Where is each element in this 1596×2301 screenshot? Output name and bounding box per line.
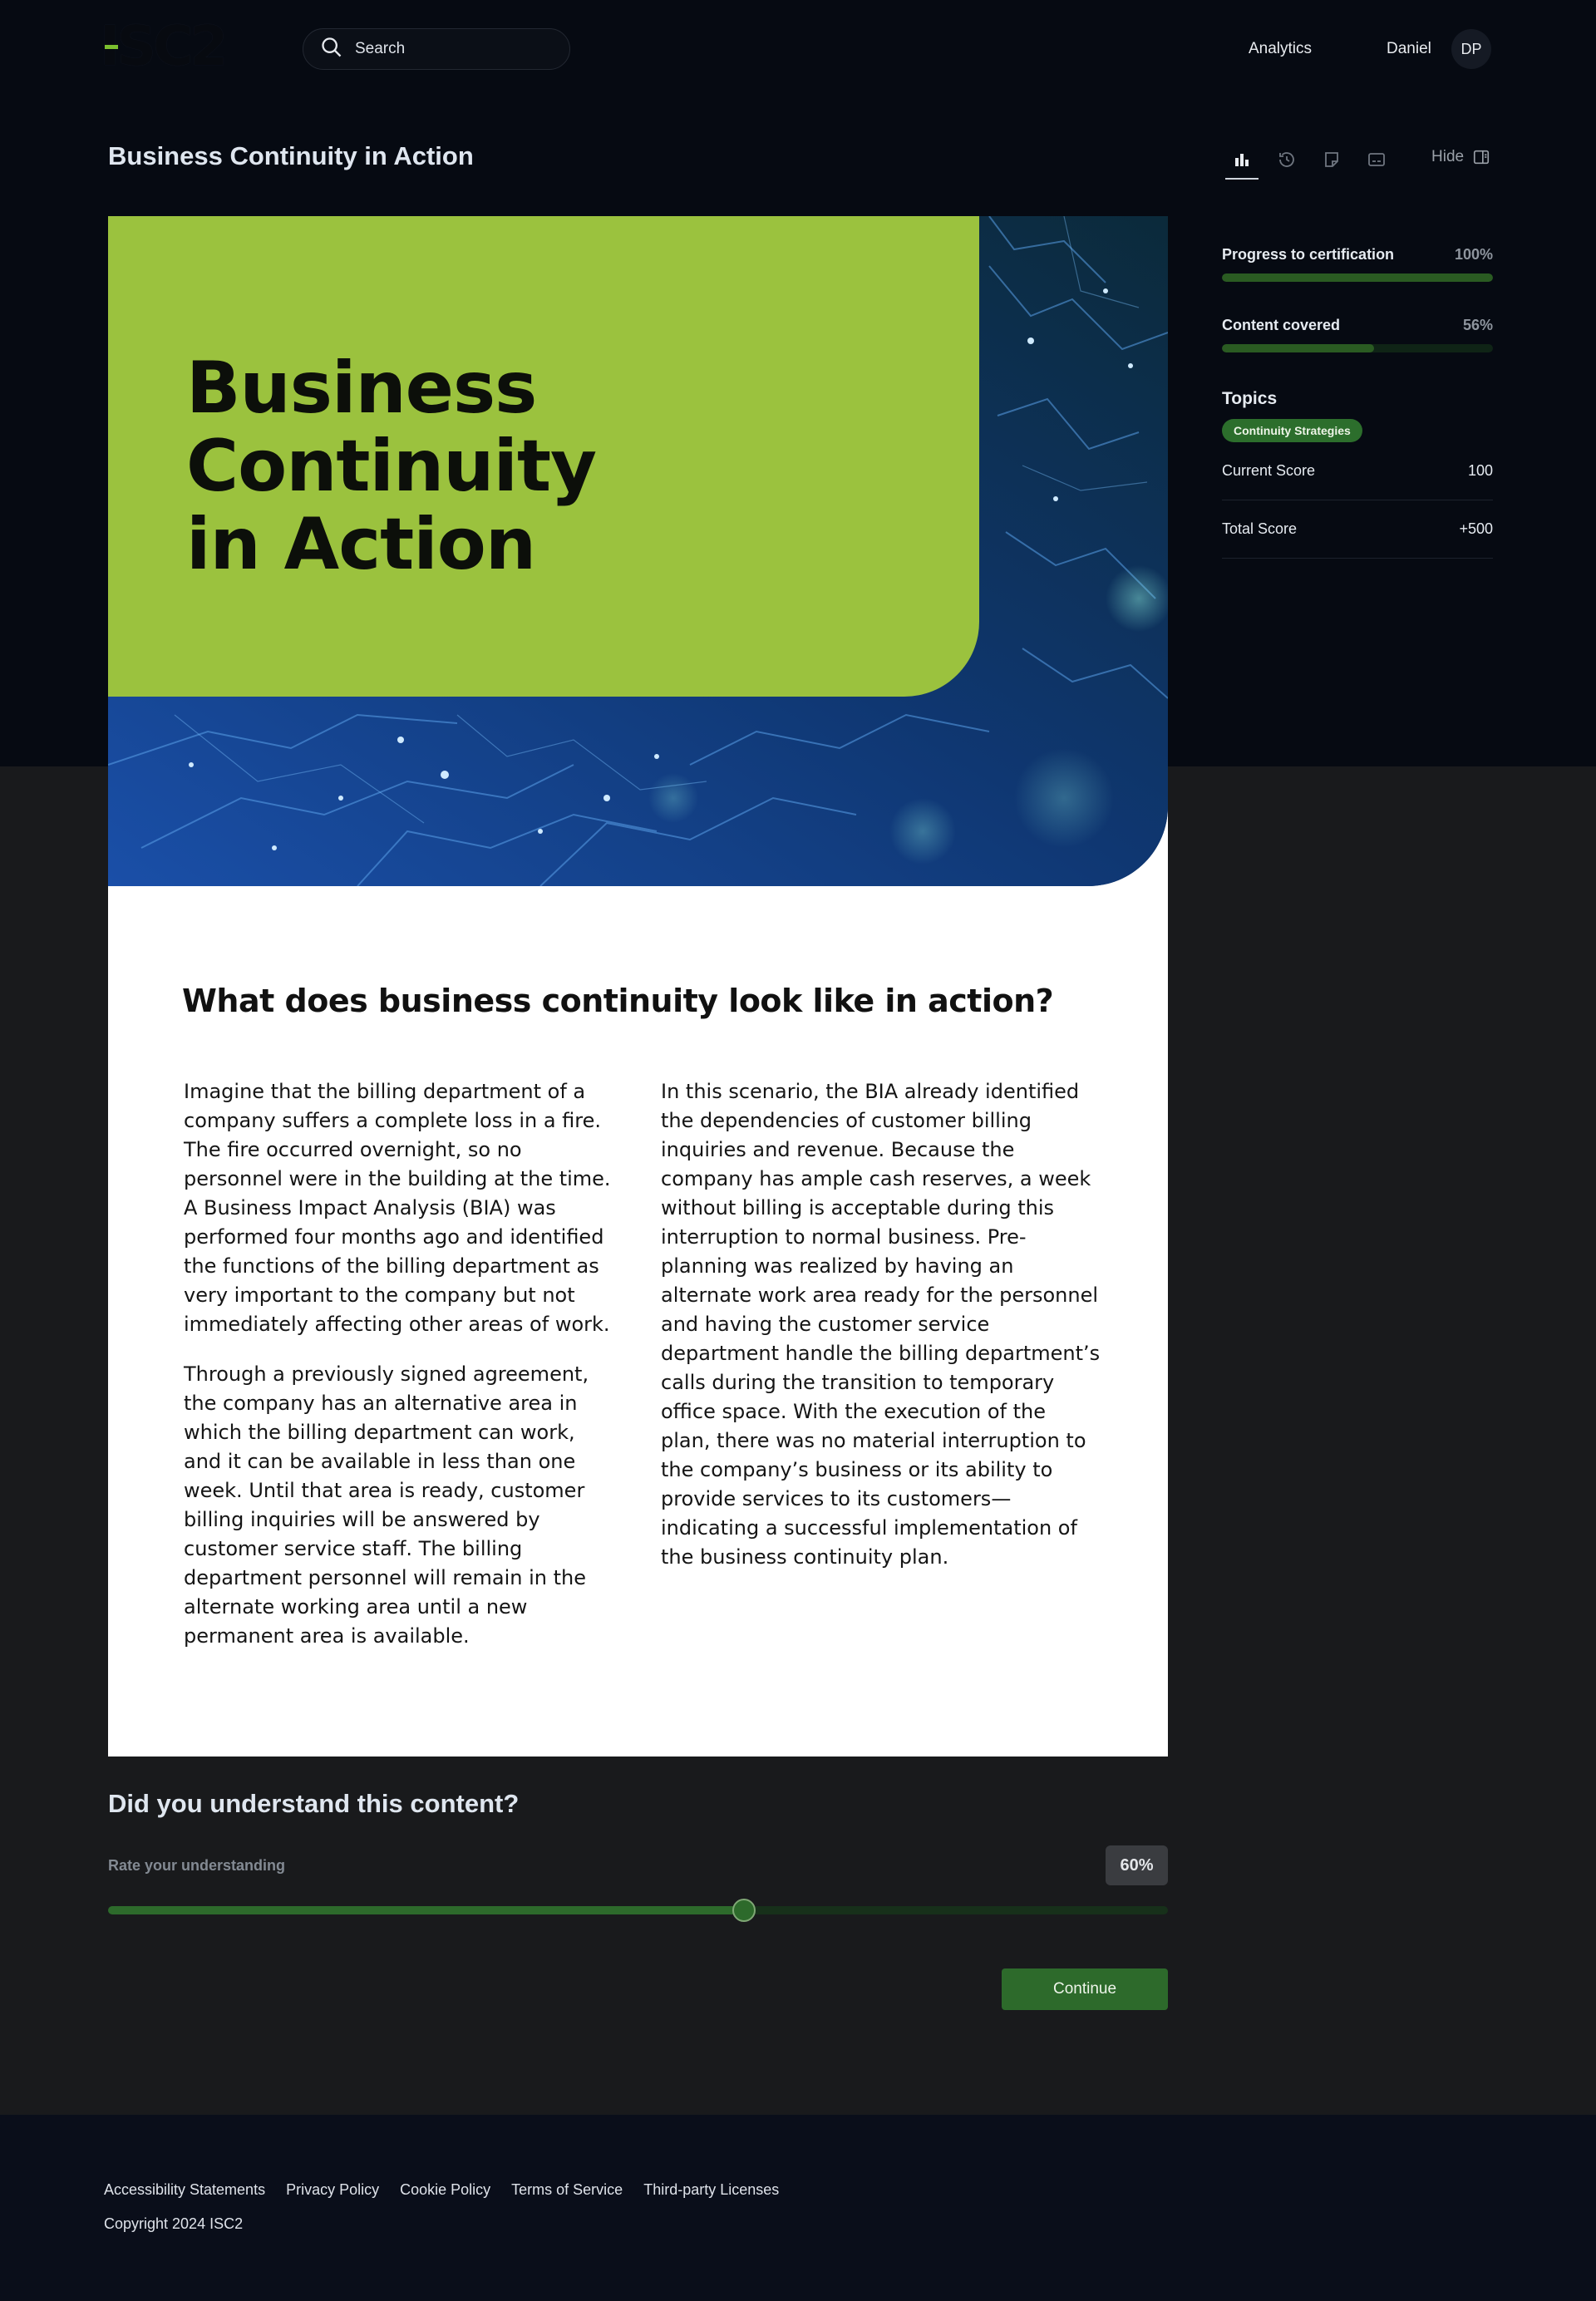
section-heading: What does business continuity look like … [182,983,1054,1019]
progress-bar-fill [1222,273,1493,282]
paragraph: In this scenario, the BIA already identi… [661,1080,1101,1569]
footer-link-accessibility[interactable]: Accessibility Statements [104,2181,265,2199]
nav-analytics-link[interactable]: Analytics [1249,40,1312,58]
progress-row: Progress to certification 100% [1222,246,1493,264]
copyright: Copyright 2024 ISC2 [104,2215,244,2232]
understanding-slider[interactable] [108,1899,1168,1922]
total-score-row: Total Score +500 [1222,500,1493,559]
current-score-row: Current Score 100 [1222,442,1493,500]
history-icon [1279,152,1294,167]
toolbar [1225,143,1405,180]
progress-bar [1222,273,1493,282]
note-icon [1325,152,1338,167]
content-card: Business Continuity in Action What does … [108,216,1168,1757]
footer-link-terms[interactable]: Terms of Service [511,2181,623,2199]
content-row: Content covered 56% [1222,317,1493,334]
rate-label: Rate your understanding [108,1857,286,1874]
search-icon [320,36,343,63]
right-column: In this scenario, the BIA already identi… [661,1077,1101,1593]
captions-icon [1368,153,1385,166]
progress-sidebar: Progress to certification 100% Content c… [1222,246,1493,559]
footer-links: Accessibility Statements Privacy Policy … [104,2181,800,2199]
total-score-value: +500 [1459,520,1493,537]
total-score-label: Total Score [1222,520,1298,537]
content-value: 56% [1462,317,1493,333]
progress-value: 100% [1454,246,1493,263]
hero-banner: Business Continuity in Action [108,216,1168,886]
hero-title-line: Business [186,347,537,430]
hide-panel-button[interactable]: Hide [1431,148,1490,166]
history-tab[interactable] [1270,143,1303,176]
hide-label: Hide [1431,148,1465,165]
captions-tab[interactable] [1360,143,1393,176]
current-score-label: Current Score [1222,462,1316,479]
paragraph: Through a previously signed agreement, t… [184,1362,589,1648]
topic-chip[interactable]: Continuity Strategies [1222,419,1362,442]
continue-button[interactable]: Continue [1002,1968,1168,2010]
slider-thumb[interactable] [732,1899,756,1922]
slider-fill [108,1906,744,1914]
topics-heading: Topics [1222,389,1278,408]
notes-tab[interactable] [1315,143,1348,176]
hero-title-panel: Business Continuity in Action [108,216,979,697]
logo[interactable]: ISC2 [100,14,228,78]
content-label: Content covered [1222,317,1341,333]
search-box[interactable] [303,28,570,70]
footer-link-privacy[interactable]: Privacy Policy [286,2181,379,2199]
content-bar [1222,344,1493,352]
footer-background [0,2115,1596,2301]
bar-chart-icon [1235,154,1249,166]
page-title: Business Continuity in Action [108,141,474,170]
analytics-tab[interactable] [1225,143,1259,180]
footer-link-cookie[interactable]: Cookie Policy [400,2181,490,2199]
logo-text: ISC2 [100,14,228,78]
paragraph: Imagine that the billing department of a… [184,1080,611,1336]
user-name[interactable]: Daniel [1387,40,1431,58]
content-bar-fill [1222,344,1374,352]
current-score-value: 100 [1467,462,1493,479]
avatar[interactable]: DP [1451,29,1491,69]
hero-title-line: Continuity [186,425,597,508]
understanding-title: Did you understand this content? [108,1789,520,1818]
left-column: Imagine that the billing department of a… [184,1077,616,1672]
progress-label: Progress to certification [1222,246,1395,263]
hero-title: Business Continuity in Action [186,349,652,584]
search-input[interactable] [355,40,546,58]
side-panel-icon [1474,150,1490,165]
rate-percent-badge: 60% [1106,1845,1168,1885]
logo-accent-bar [105,45,118,49]
footer-link-licenses[interactable]: Third-party Licenses [643,2181,779,2199]
hero-title-line: in Action [186,503,536,586]
